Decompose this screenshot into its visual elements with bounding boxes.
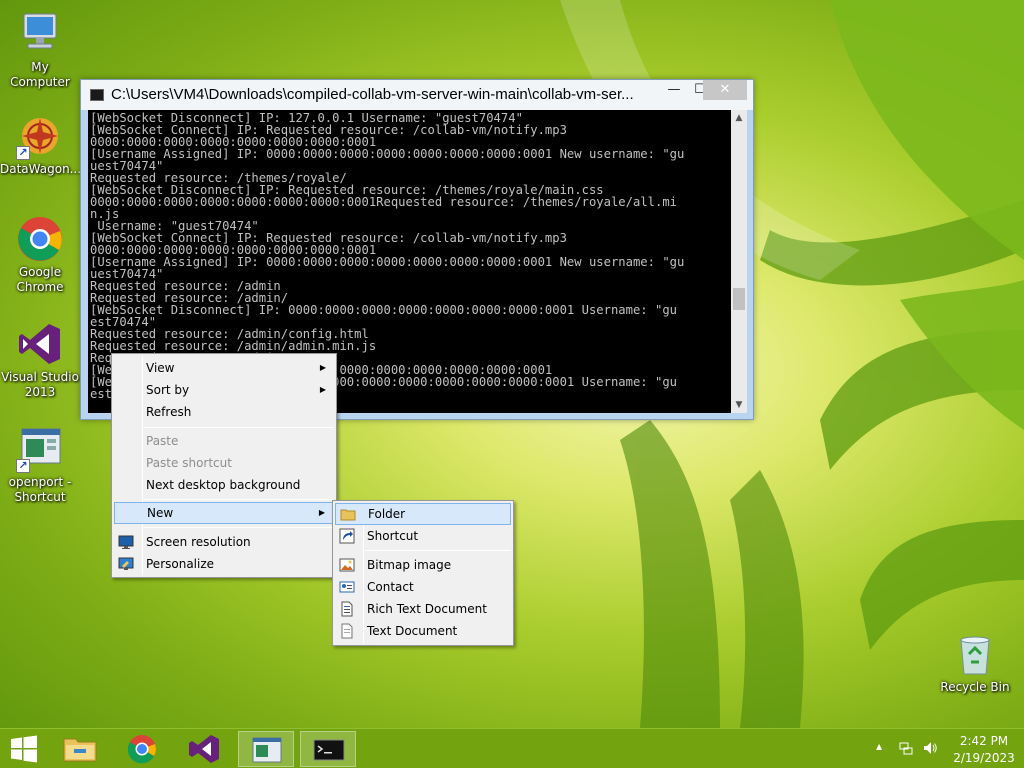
personalize-icon bbox=[118, 556, 134, 572]
start-button[interactable] bbox=[0, 729, 48, 768]
chrome-icon bbox=[16, 215, 64, 263]
menu-item-label: Text Document bbox=[367, 624, 458, 638]
clock-date[interactable]: 2/19/2023 bbox=[952, 751, 1016, 765]
datawagon-logo-icon: ↗ bbox=[16, 112, 64, 160]
clock-time[interactable]: 2:42 PM bbox=[952, 734, 1016, 748]
scroll-thumb[interactable] bbox=[733, 288, 745, 310]
menu-item-label: New bbox=[147, 506, 174, 520]
text-document-icon bbox=[339, 623, 355, 639]
menu-item-next-desktop-background[interactable]: Next desktop background bbox=[114, 474, 334, 496]
taskbar-openport[interactable] bbox=[238, 731, 294, 767]
bitmap-image-icon bbox=[339, 557, 355, 573]
taskbar: ▲ 2:42 PM 2/19/2023 bbox=[0, 728, 1024, 768]
console-app-icon bbox=[90, 89, 104, 101]
menu-item-sort-by[interactable]: Sort by ▶ bbox=[114, 379, 334, 401]
menu-item-label: Paste shortcut bbox=[146, 456, 232, 470]
minimize-button[interactable]: — bbox=[661, 80, 687, 100]
submenu-item-contact[interactable]: Contact bbox=[335, 576, 511, 598]
taskbar-chrome[interactable] bbox=[114, 731, 170, 767]
taskbar-file-explorer[interactable] bbox=[52, 731, 108, 767]
rich-text-document-icon bbox=[339, 601, 355, 617]
network-icon[interactable] bbox=[898, 740, 914, 756]
menu-item-label: Screen resolution bbox=[146, 535, 251, 549]
folder-icon bbox=[340, 506, 356, 522]
console-scrollbar[interactable]: ▲ ▼ bbox=[731, 110, 747, 413]
taskbar-visual-studio[interactable] bbox=[176, 731, 232, 767]
desktop-icon-my-computer[interactable]: My Computer bbox=[0, 10, 80, 90]
submenu-arrow-icon: ▶ bbox=[319, 363, 326, 372]
menu-item-screen-resolution[interactable]: Screen resolution bbox=[114, 531, 334, 553]
visual-studio-icon bbox=[16, 320, 64, 368]
recycle-bin-icon bbox=[951, 630, 999, 678]
scroll-down-arrow-icon[interactable]: ▼ bbox=[731, 397, 747, 413]
console-line: [Username Assigned] IP: 0000:0000:0000:0… bbox=[90, 147, 685, 161]
desktop-icon-label: openport - Shortcut bbox=[8, 475, 72, 504]
scroll-up-arrow-icon[interactable]: ▲ bbox=[731, 110, 747, 126]
desktop-icon-label: My Computer bbox=[10, 60, 70, 89]
desktop-context-menu: View ▶ Sort by ▶ Refresh Paste Paste sho… bbox=[111, 353, 337, 578]
visual-studio-icon bbox=[189, 735, 219, 763]
new-submenu: Folder Shortcut Bitmap image Contact Ric… bbox=[332, 500, 514, 646]
submenu-arrow-icon: ▶ bbox=[318, 508, 325, 517]
menu-item-label: Sort by bbox=[146, 383, 190, 397]
desktop-icon-label: DataWagon... bbox=[0, 162, 82, 176]
system-tray: ▲ 2:42 PM 2/19/2023 bbox=[872, 729, 1024, 768]
desktop-icon-label: Recycle Bin bbox=[940, 680, 1010, 694]
shortcut-icon bbox=[339, 528, 355, 544]
submenu-arrow-icon: ▶ bbox=[319, 385, 326, 394]
menu-item-paste-shortcut[interactable]: Paste shortcut bbox=[114, 452, 334, 474]
shortcut-arrow-icon: ↗ bbox=[16, 459, 30, 473]
menu-item-label: Contact bbox=[367, 580, 414, 594]
submenu-item-shortcut[interactable]: Shortcut bbox=[335, 525, 511, 547]
windows-logo-icon bbox=[11, 735, 37, 763]
menu-item-label: Refresh bbox=[146, 405, 192, 419]
chrome-icon bbox=[127, 735, 156, 764]
openport-app-icon: ↗ bbox=[16, 425, 64, 473]
menu-item-label: Paste bbox=[146, 434, 179, 448]
desktop-icon-label: Google Chrome bbox=[16, 265, 64, 294]
close-button[interactable]: ✕ bbox=[703, 80, 747, 100]
menu-item-label: Personalize bbox=[146, 557, 215, 571]
submenu-item-bitmap-image[interactable]: Bitmap image bbox=[335, 554, 511, 576]
menu-item-new[interactable]: New ▶ bbox=[114, 502, 334, 524]
submenu-item-text-document[interactable]: Text Document bbox=[335, 620, 511, 642]
menu-item-label: Next desktop background bbox=[146, 478, 301, 492]
openport-app-icon bbox=[252, 737, 282, 763]
menu-item-refresh[interactable]: Refresh bbox=[114, 401, 334, 423]
taskbar-console[interactable] bbox=[300, 731, 356, 767]
volume-icon[interactable] bbox=[922, 740, 938, 756]
desktop-icon-label: Visual Studio 2013 bbox=[1, 370, 79, 399]
console-line: 0000:0000:0000:0000:0000:0000:0000:0001R… bbox=[90, 195, 677, 209]
desktop-icon-datawagon[interactable]: ↗ DataWagon... bbox=[0, 112, 82, 177]
desktop-icon-google-chrome[interactable]: Google Chrome bbox=[0, 215, 80, 295]
display-settings-icon bbox=[118, 534, 134, 550]
desktop-icon-openport-shortcut[interactable]: ↗ openport - Shortcut bbox=[0, 425, 80, 505]
desktop-icon-visual-studio[interactable]: Visual Studio 2013 bbox=[0, 320, 80, 400]
console-line: [Username Assigned] IP: 0000:0000:0000:0… bbox=[90, 255, 685, 269]
menu-item-label: Rich Text Document bbox=[367, 602, 487, 616]
menu-item-label: Shortcut bbox=[367, 529, 419, 543]
menu-separator bbox=[144, 427, 334, 428]
submenu-item-rich-text-document[interactable]: Rich Text Document bbox=[335, 598, 511, 620]
menu-item-personalize[interactable]: Personalize bbox=[114, 553, 334, 575]
menu-separator bbox=[144, 499, 334, 500]
menu-item-paste[interactable]: Paste bbox=[114, 430, 334, 452]
submenu-item-folder[interactable]: Folder bbox=[335, 503, 511, 525]
menu-item-label: Bitmap image bbox=[367, 558, 452, 572]
contact-card-icon bbox=[339, 579, 355, 595]
menu-item-label: View bbox=[146, 361, 175, 375]
console-titlebar[interactable]: C:\Users\VM4\Downloads\compiled-collab-v… bbox=[81, 80, 753, 110]
command-prompt-icon bbox=[313, 739, 345, 761]
menu-item-label: Folder bbox=[368, 507, 406, 521]
menu-separator bbox=[365, 550, 511, 551]
tray-expand-icon[interactable]: ▲ bbox=[876, 742, 882, 751]
menu-separator bbox=[144, 527, 334, 528]
desktop-icon-recycle-bin[interactable]: Recycle Bin bbox=[935, 630, 1015, 695]
menu-item-view[interactable]: View ▶ bbox=[114, 357, 334, 379]
shortcut-arrow-icon: ↗ bbox=[16, 146, 30, 160]
console-line: [WebSocket Disconnect] IP: 0000:0000:000… bbox=[90, 303, 677, 317]
computer-icon bbox=[16, 10, 64, 58]
console-title: C:\Users\VM4\Downloads\compiled-collab-v… bbox=[111, 86, 634, 103]
file-explorer-icon bbox=[63, 738, 97, 762]
